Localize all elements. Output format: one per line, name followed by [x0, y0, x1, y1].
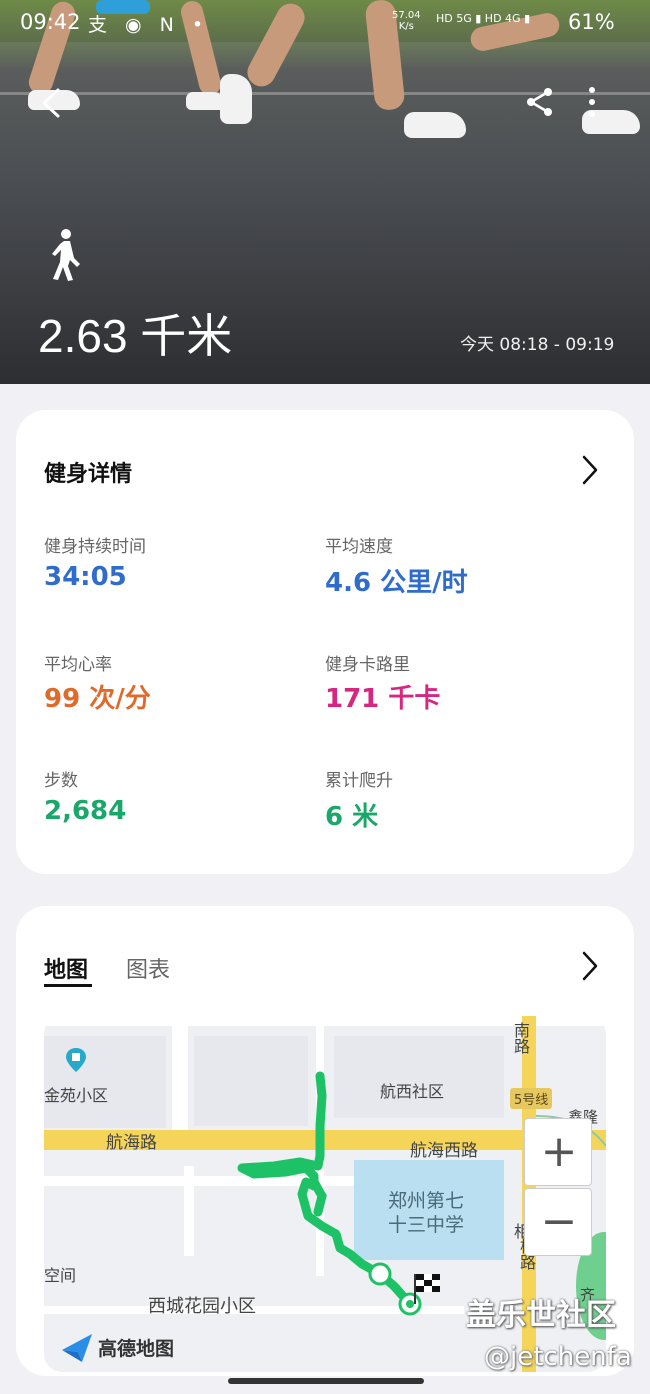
status-time: 09:42: [20, 10, 81, 34]
chevron-right-icon[interactable]: [580, 454, 600, 486]
metric-value-heart-rate: 99 次/分: [44, 684, 151, 714]
tab-underline: [44, 984, 92, 987]
signal-icons: HD 5G ▮ HD 4G ▮: [436, 12, 531, 25]
metric-label-calories: 健身卡路里: [325, 655, 410, 675]
runner-shoe: [404, 112, 466, 138]
zoom-in-button[interactable]: +: [524, 1118, 592, 1186]
metric-value-duration: 34:05: [44, 562, 127, 592]
poi-pin-icon: [66, 1048, 86, 1072]
watermark-community: 盖乐世社区: [466, 1298, 616, 1333]
metric-value-avg-speed: 4.6 公里/时: [325, 568, 468, 598]
map-label-xicheng: 西城花园小区: [148, 1296, 256, 1317]
battery-level: 61%: [568, 10, 615, 34]
map-label-hanghai-road: 航海路: [106, 1133, 157, 1153]
metric-value-elevation: 6 米: [325, 802, 379, 832]
share-icon[interactable]: [524, 86, 556, 118]
network-speed: 57.04 K/s: [392, 10, 421, 32]
hero-banner: 09:42 支 ◉ N • 57.04 K/s HD 5G ▮ HD 4G ▮ …: [0, 0, 650, 384]
fitness-details-card[interactable]: 健身详情 健身持续时间 34:05 平均速度 4.6 公里/时 平均心率 99 …: [16, 410, 634, 874]
status-bar: 09:42 支 ◉ N • 57.04 K/s HD 5G ▮ HD 4G ▮ …: [0, 0, 650, 46]
distance-value: 2.63 千米: [38, 310, 233, 362]
metric-label-elevation: 累计爬升: [325, 771, 393, 791]
map-label-hangxi: 航西社区: [380, 1082, 445, 1101]
back-arrow-icon[interactable]: [36, 86, 70, 120]
map-label-space: 空间: [44, 1266, 77, 1285]
map-brand: 高德地图: [98, 1338, 175, 1360]
map-label-jinyuan: 金苑小区: [44, 1086, 109, 1105]
watermark-author: @jetchenfa: [484, 1342, 632, 1372]
map-label-school-2: 十三中学: [388, 1214, 465, 1236]
metric-value-calories: 171 千卡: [325, 684, 441, 714]
tab-map[interactable]: 地图: [44, 952, 88, 984]
metric-value-steps: 2,684: [44, 796, 127, 826]
metro-line-tag: 5号线: [510, 1088, 553, 1109]
more-options-icon[interactable]: [582, 86, 602, 118]
details-title: 健身详情: [44, 462, 133, 487]
map-label-hanghai-west: 航海西路: [410, 1141, 478, 1161]
zoom-out-button[interactable]: −: [524, 1188, 592, 1256]
map-label-school-1: 郑州第七: [388, 1190, 465, 1212]
runner-shoe: [220, 74, 252, 124]
metric-label-avg-speed: 平均速度: [325, 537, 393, 557]
status-notification-icons: 支 ◉ N •: [88, 14, 210, 36]
walking-icon: [52, 229, 80, 281]
metric-label-heart-rate: 平均心率: [44, 655, 112, 675]
time-range: 今天 08:18 - 09:19: [460, 335, 615, 355]
tab-chart[interactable]: 图表: [126, 952, 170, 984]
home-indicator[interactable]: [228, 1378, 424, 1384]
metric-label-duration: 健身持续时间: [44, 537, 146, 557]
map-label-south-road: 南路: [511, 1022, 530, 1054]
chevron-right-icon[interactable]: [580, 950, 600, 982]
metric-label-steps: 步数: [44, 771, 78, 791]
